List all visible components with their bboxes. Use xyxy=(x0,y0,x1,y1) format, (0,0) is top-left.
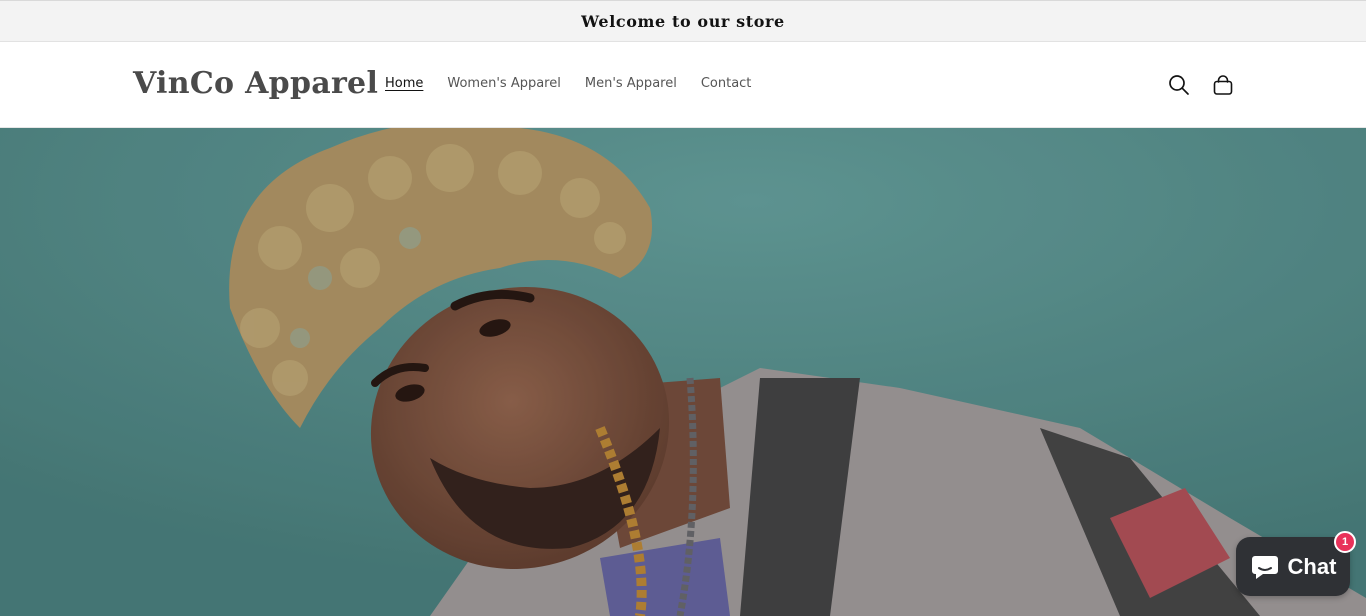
main-nav: Home Women's Apparel Men's Apparel Conta… xyxy=(385,75,751,93)
nav-womens-apparel[interactable]: Women's Apparel xyxy=(447,75,560,93)
nav-mens-apparel[interactable]: Men's Apparel xyxy=(585,75,677,93)
chat-notification-badge: 1 xyxy=(1334,531,1356,553)
site-header: VinCo Apparel Home Women's Apparel Men's… xyxy=(0,42,1366,128)
announcement-bar: Welcome to our store xyxy=(0,0,1366,42)
search-icon xyxy=(1169,75,1189,95)
announcement-text: Welcome to our store xyxy=(581,11,785,31)
chat-bubble-icon xyxy=(1251,555,1278,579)
cart-icon xyxy=(1213,75,1233,95)
chat-button[interactable]: Chat xyxy=(1236,537,1350,596)
nav-home[interactable]: Home xyxy=(385,75,423,93)
search-button[interactable] xyxy=(1161,67,1197,103)
cart-button[interactable] xyxy=(1205,67,1241,103)
nav-contact[interactable]: Contact xyxy=(701,75,752,93)
hero-banner xyxy=(0,128,1366,616)
chat-label: Chat xyxy=(1287,553,1337,579)
store-logo[interactable]: VinCo Apparel xyxy=(133,64,378,104)
hero-overlay xyxy=(0,128,1366,616)
